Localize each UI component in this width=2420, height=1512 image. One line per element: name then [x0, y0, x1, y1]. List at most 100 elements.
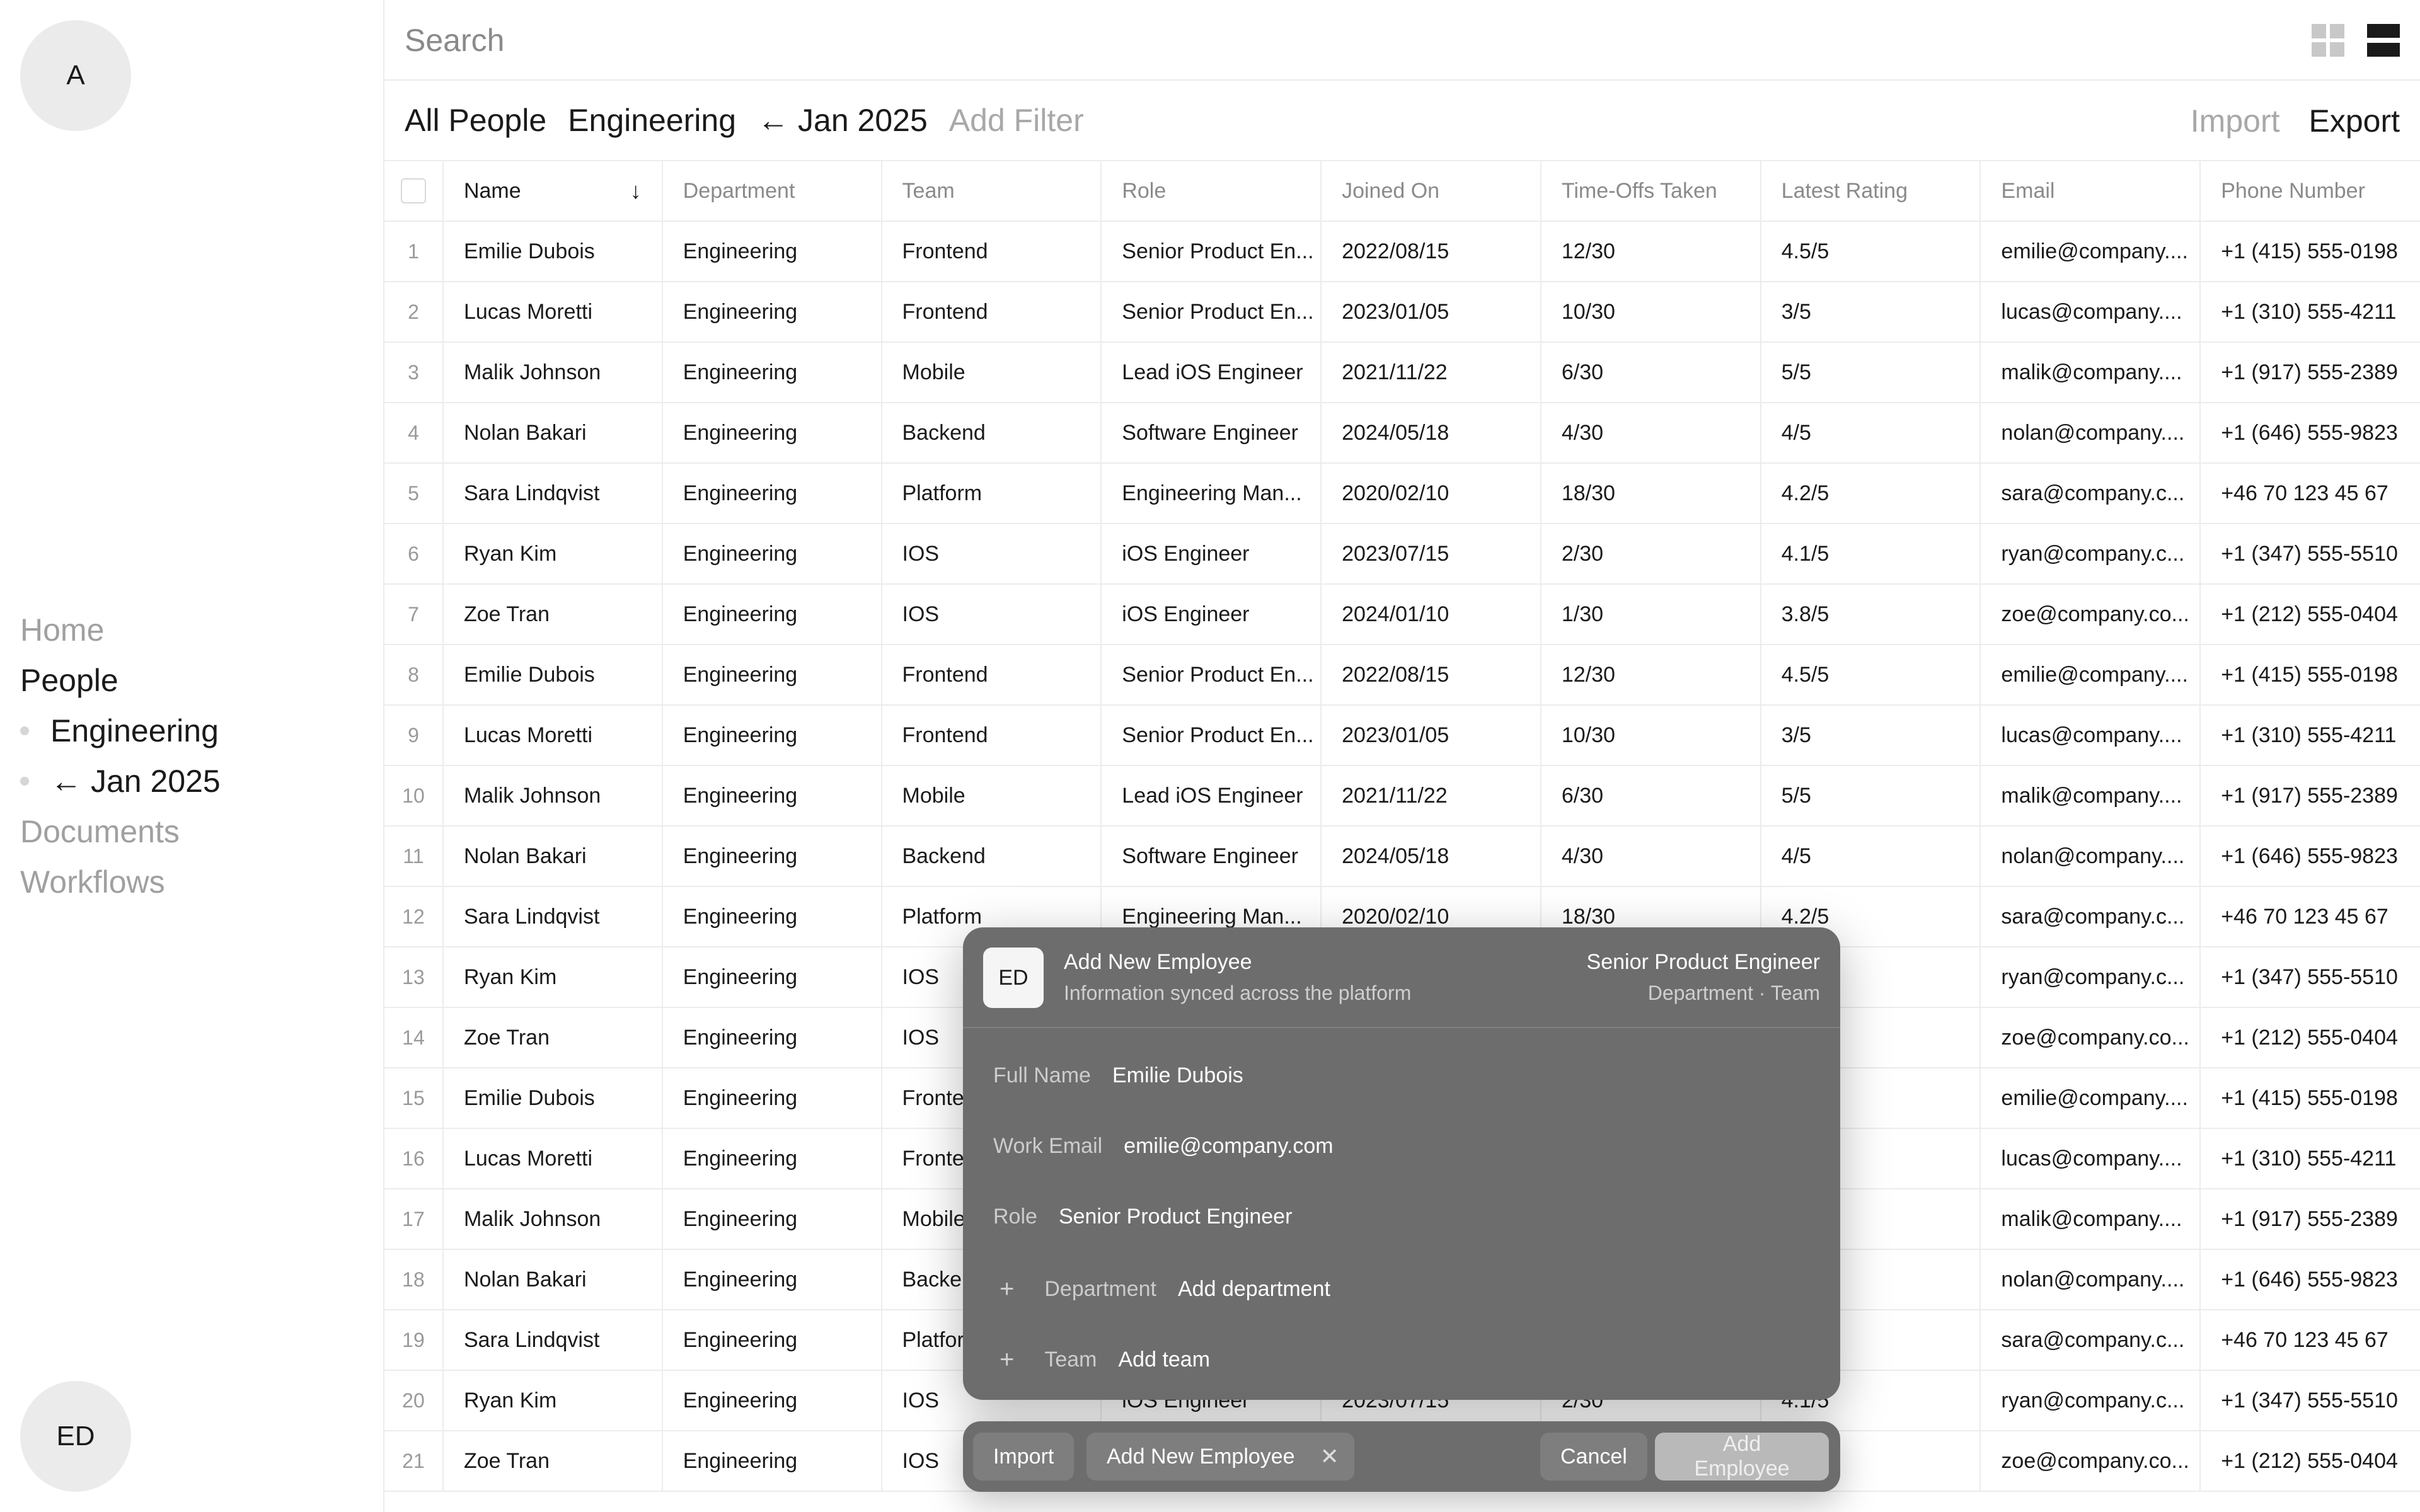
department-cell: Engineering [663, 1249, 882, 1310]
column-header-name[interactable]: Name ↓ [444, 161, 663, 221]
name-cell: Ryan Kim [444, 524, 663, 584]
role-cell: Senior Product En... [1102, 221, 1322, 282]
column-header-email[interactable]: Email [1981, 161, 2201, 221]
team-input[interactable]: Add team [1119, 1348, 1211, 1372]
table-row[interactable]: 8 Emilie Dubois Engineering Frontend Senior … [384, 644, 2420, 706]
add-employee-button[interactable]: Add Employee [1655, 1432, 1829, 1480]
export-button[interactable]: Export [2308, 103, 2400, 139]
work-email-field[interactable]: Work Email emilie@company.com [993, 1134, 1334, 1159]
name-cell: Nolan Bakari [444, 1249, 663, 1310]
sidebar-subitem-engineering[interactable]: Engineering [20, 706, 221, 756]
column-header-department[interactable]: Department [663, 161, 882, 221]
name-cell: Sara Lindqvist [444, 463, 663, 524]
work-email-input[interactable]: emilie@company.com [1124, 1134, 1333, 1159]
time-offs-cell: 1/30 [1541, 584, 1761, 644]
table-row[interactable]: 4 Nolan Bakari Engineering Backend Software … [384, 403, 2420, 464]
name-cell: Lucas Moretti [444, 282, 663, 342]
team-cell: IOS [882, 524, 1102, 584]
table-row[interactable]: 5 Sara Lindqvist Engineering Platform Engine… [384, 463, 2420, 524]
table-row[interactable]: 6 Ryan Kim Engineering IOS iOS Engineer 2023/… [384, 524, 2420, 585]
email-cell: sara@company.c... [1981, 463, 2201, 524]
field-label: Role [993, 1205, 1037, 1228]
column-header-latest-rating[interactable]: Latest Rating [1761, 161, 1981, 221]
sidebar-subitem-label: Jan 2025 [91, 764, 221, 799]
team-cell: Mobile [882, 765, 1102, 826]
import-button[interactable]: Import [973, 1433, 1075, 1480]
table-row[interactable]: 7 Zoe Tran Engineering IOS iOS Engineer 2024/… [384, 584, 2420, 645]
phone-cell: +1 (212) 555-0404 [2221, 602, 2398, 626]
field-label: Work Email [993, 1134, 1103, 1158]
rating-cell: 4.5/5 [1761, 644, 1981, 705]
column-header-team[interactable]: Team [882, 161, 1102, 221]
phone-cell: +1 (310) 555-4211 [2221, 723, 2397, 747]
phone-cell: +1 (310) 555-4211 [2221, 1146, 2397, 1171]
column-header-time-offs[interactable]: Time-Offs Taken [1541, 161, 1761, 221]
department-cell: Engineering [663, 282, 882, 342]
sidebar-subitem-jan-2025[interactable]: ← Jan 2025 [20, 756, 221, 806]
role-field[interactable]: Role Senior Product Engineer [993, 1205, 1292, 1229]
joined-on-cell: 2022/08/15 [1322, 221, 1541, 282]
phone-cell: +46 70 123 45 67 [2221, 904, 2388, 929]
role-cell: iOS Engineer [1102, 524, 1322, 584]
name-cell: Ryan Kim [444, 1370, 663, 1431]
filter-engineering[interactable]: Engineering [568, 102, 736, 139]
email-cell: ryan@company.c... [1981, 947, 2201, 1007]
email-cell: emilie@company.... [1981, 644, 2201, 705]
email-cell: zoe@company.co... [1981, 1431, 2201, 1491]
select-all-checkbox[interactable] [400, 178, 426, 203]
email-cell: zoe@company.co... [1981, 584, 2201, 644]
role-cell: iOS Engineer [1102, 584, 1322, 644]
field-label: Team [1044, 1348, 1097, 1372]
table-row[interactable]: 9 Lucas Moretti Engineering Frontend Senior … [384, 705, 2420, 766]
sort-down-icon[interactable]: ↓ [630, 178, 642, 204]
name-cell: Malik Johnson [444, 765, 663, 826]
import-button[interactable]: Import [2191, 103, 2280, 139]
sidebar-item-people[interactable]: People [20, 655, 221, 706]
sidebar-item-documents[interactable]: Documents [20, 806, 221, 857]
table-row[interactable]: 3 Malik Johnson Engineering Mobile Lead iOS … [384, 342, 2420, 403]
cancel-button[interactable]: Cancel [1540, 1433, 1647, 1480]
row-number: 7 [384, 584, 444, 644]
table-row[interactable]: 10 Malik Johnson Engineering Mobile Lead iOS… [384, 765, 2420, 827]
filter-all-people[interactable]: All People [405, 102, 546, 139]
department-cell: Engineering [663, 886, 882, 947]
grid-view-icon[interactable] [2312, 24, 2344, 57]
row-number: 13 [384, 947, 444, 1007]
full-name-field[interactable]: Full Name Emilie Dubois [993, 1063, 1243, 1088]
preview-meta: Department · Team [1647, 982, 1820, 1004]
sidebar-item-home[interactable]: Home [20, 605, 221, 655]
workspace-avatar[interactable]: A [20, 20, 131, 131]
role-input[interactable]: Senior Product Engineer [1059, 1205, 1292, 1229]
department-field[interactable]: + Department Add department [993, 1275, 1330, 1303]
phone-cell: +1 (212) 555-0404 [2221, 1448, 2398, 1473]
plus-icon[interactable]: + [1000, 1346, 1014, 1374]
department-cell: Engineering [663, 765, 882, 826]
column-header-joined-on[interactable]: Joined On [1322, 161, 1541, 221]
table-row[interactable]: 1 Emilie Dubois Engineering Frontend Senior … [384, 221, 2420, 282]
joined-on-cell: 2023/01/05 [1322, 282, 1541, 342]
phone-cell: +1 (212) 555-0404 [2221, 1025, 2398, 1050]
phone-cell: +1 (646) 555-9823 [2221, 844, 2398, 868]
select-all-cell [384, 161, 444, 221]
search-input[interactable] [405, 18, 1917, 63]
dialog-title: Add New Employee [1064, 950, 1252, 974]
plus-icon[interactable]: + [1000, 1275, 1014, 1303]
close-icon[interactable]: ✕ [1320, 1443, 1339, 1470]
department-cell: Engineering [663, 1310, 882, 1370]
time-offs-cell: 18/30 [1541, 463, 1761, 524]
add-filter-button[interactable]: Add Filter [949, 102, 1084, 139]
phone-cell: +1 (415) 555-0198 [2221, 662, 2398, 687]
team-field[interactable]: + Team Add team [993, 1346, 1210, 1374]
column-header-phone[interactable]: Phone Number [2201, 161, 2420, 221]
table-row[interactable]: 2 Lucas Moretti Engineering Frontend Senior … [384, 282, 2420, 343]
full-name-input[interactable]: Emilie Dubois [1112, 1063, 1243, 1088]
department-input[interactable]: Add department [1178, 1277, 1330, 1302]
team-cell: Frontend [882, 221, 1102, 282]
sidebar-item-workflows[interactable]: Workflows [20, 857, 221, 907]
filter-date[interactable]: ← Jan 2025 [758, 102, 928, 139]
list-view-icon[interactable] [2367, 24, 2400, 57]
add-new-employee-tab[interactable]: Add New Employee ✕ [1086, 1433, 1354, 1480]
user-avatar[interactable]: ED [20, 1381, 131, 1492]
column-header-role[interactable]: Role [1102, 161, 1322, 221]
table-row[interactable]: 11 Nolan Bakari Engineering Backend Software… [384, 826, 2420, 887]
